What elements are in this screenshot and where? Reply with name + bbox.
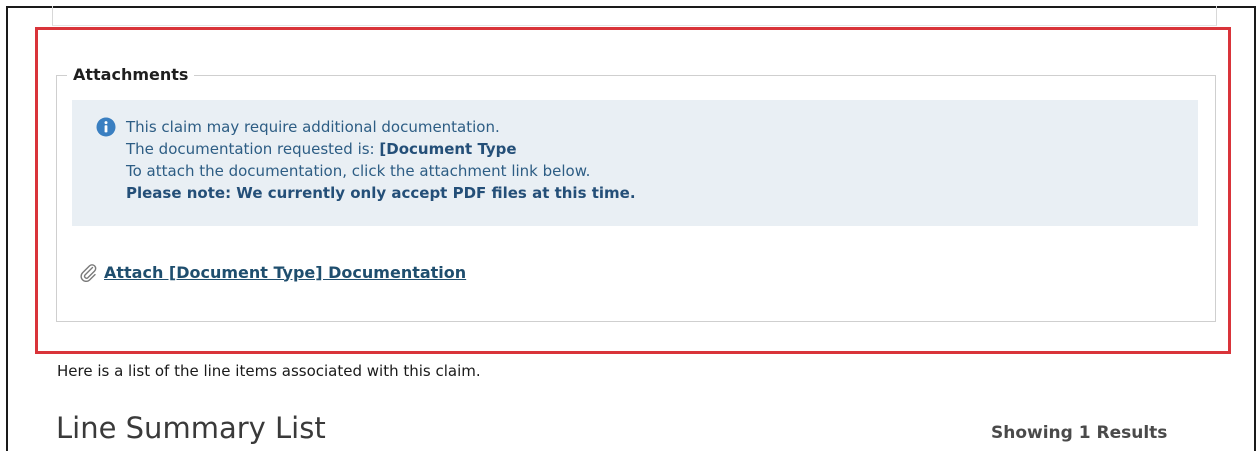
- line-summary-title: Line Summary List: [56, 411, 326, 445]
- highlight-box: [35, 27, 1231, 354]
- page: Attachments This claim may require addit…: [0, 0, 1260, 451]
- line-items-intro: Here is a list of the line items associa…: [57, 362, 481, 380]
- results-count: Showing 1 Results: [991, 423, 1168, 443]
- previous-panel-edge: [52, 6, 1217, 26]
